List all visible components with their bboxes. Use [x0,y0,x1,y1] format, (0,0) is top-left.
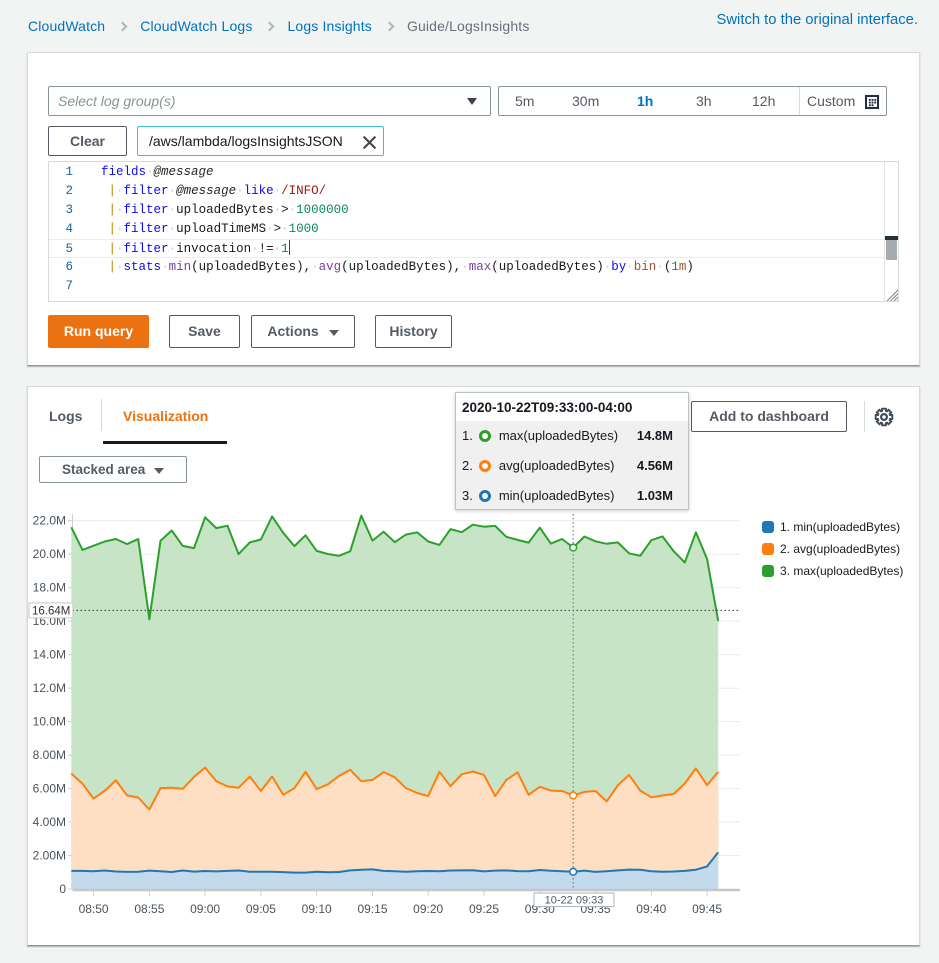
svg-text:6.00M: 6.00M [33,782,66,796]
svg-text:2.00M: 2.00M [33,849,66,863]
svg-text:09:40: 09:40 [636,902,666,916]
svg-text:09:00: 09:00 [190,902,220,916]
svg-text:16.64M: 16.64M [32,605,70,617]
svg-text:20.0M: 20.0M [33,547,66,561]
svg-text:09:10: 09:10 [302,902,332,916]
svg-text:4.00M: 4.00M [33,815,66,829]
svg-text:10.0M: 10.0M [33,715,66,729]
svg-text:09:25: 09:25 [469,902,499,916]
svg-text:09:05: 09:05 [246,902,276,916]
svg-text:09:15: 09:15 [357,902,387,916]
svg-text:18.0M: 18.0M [33,581,66,595]
svg-text:12.0M: 12.0M [33,681,66,695]
svg-text:0: 0 [59,882,66,896]
svg-text:14.0M: 14.0M [33,648,66,662]
svg-text:09:45: 09:45 [692,902,722,916]
svg-text:08:55: 08:55 [134,902,164,916]
svg-text:09:20: 09:20 [413,902,443,916]
svg-text:8.00M: 8.00M [33,748,66,762]
svg-text:10-22 09:33: 10-22 09:33 [545,895,604,907]
svg-text:08:50: 08:50 [79,902,109,916]
svg-text:22.0M: 22.0M [33,514,66,528]
